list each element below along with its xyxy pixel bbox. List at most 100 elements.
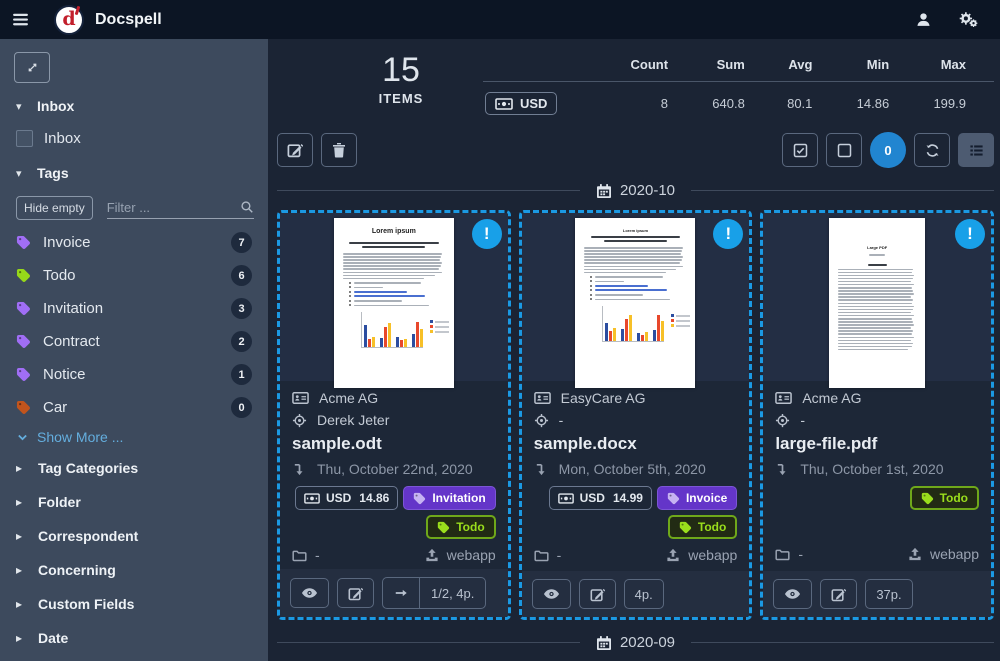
sidebar-section-concerning[interactable]: ▸ Concerning bbox=[0, 553, 268, 587]
tag-filter-input[interactable] bbox=[107, 200, 240, 215]
next-attachment-button[interactable] bbox=[383, 578, 419, 608]
concerning-name: - bbox=[800, 412, 805, 428]
tag-icon bbox=[16, 400, 31, 415]
sidebar-section-date[interactable]: ▸ Date bbox=[0, 621, 268, 655]
item-thumbnail-zone[interactable]: ! Lorem ipsum bbox=[280, 213, 508, 381]
sidebar-section-due-date[interactable]: ▸ Due Date bbox=[0, 655, 268, 661]
money-bill-icon bbox=[495, 98, 513, 110]
tag-badge[interactable]: Todo bbox=[910, 486, 979, 510]
page-count-label: 4p. bbox=[624, 579, 664, 609]
item-meta: Acme AG - large-file.pdf Thu, October 1s… bbox=[763, 381, 991, 571]
item-card[interactable]: ! Lorem ipsum Acme AG Derek Jeter sample… bbox=[277, 210, 511, 620]
tag-count-badge: 7 bbox=[231, 232, 252, 253]
item-date-icon bbox=[292, 462, 307, 477]
correspondent-icon bbox=[775, 391, 792, 405]
tag-icon bbox=[921, 492, 934, 505]
date-group-label: 2020-09 bbox=[620, 634, 675, 651]
item-thumbnail-zone[interactable]: ! Large PDF bbox=[763, 213, 991, 381]
item-date: Mon, October 5th, 2020 bbox=[559, 461, 706, 477]
list-view-toggle-button[interactable] bbox=[958, 133, 994, 167]
preview-button[interactable] bbox=[290, 578, 329, 608]
sidebar-section-folder[interactable]: ▸ Folder bbox=[0, 485, 268, 519]
item-folder: - bbox=[557, 547, 562, 563]
tag-name: Car bbox=[43, 399, 67, 416]
item-card-footer: 37p. bbox=[763, 571, 991, 617]
sidebar-tag-item[interactable]: Todo 6 bbox=[0, 259, 268, 292]
page-count-label: 37p. bbox=[865, 579, 912, 609]
item-source: webapp bbox=[447, 547, 496, 563]
edit-item-button[interactable] bbox=[337, 578, 374, 608]
sidebar-section-custom-fields[interactable]: ▸ Custom Fields bbox=[0, 587, 268, 621]
sidebar-section-tag-categories[interactable]: ▸ Tag Categories bbox=[0, 451, 268, 485]
stats-header: 15 ITEMS CountSumAvgMinMax USD 8640.880.… bbox=[277, 51, 994, 119]
sidebar-tag-item[interactable]: Car 0 bbox=[0, 391, 268, 424]
account-icon[interactable] bbox=[915, 11, 932, 29]
edit-item-button[interactable] bbox=[579, 579, 616, 609]
tag-count-badge: 1 bbox=[231, 364, 252, 385]
new-item-alert-icon: ! bbox=[955, 219, 985, 249]
selected-count-badge[interactable]: 0 bbox=[870, 132, 906, 168]
tag-badge[interactable]: Invoice bbox=[657, 486, 737, 510]
sidebar-section-inbox[interactable]: ▾ Inbox bbox=[0, 87, 268, 123]
item-badges: Todo bbox=[775, 486, 979, 538]
delete-selection-button[interactable] bbox=[321, 133, 357, 167]
filter-sidebar: ▾ Inbox Inbox ▾ Tags Hide empty Invoice … bbox=[0, 39, 268, 661]
actions-toolbar: 0 bbox=[277, 132, 994, 168]
tag-name: Invoice bbox=[43, 234, 91, 251]
item-card[interactable]: ! Lorem ipsum EasyCare AG - sample.docx … bbox=[519, 210, 753, 620]
item-thumbnail-zone[interactable]: ! Lorem ipsum bbox=[522, 213, 750, 381]
inbox-filter-row[interactable]: Inbox bbox=[0, 123, 268, 154]
document-preview: Lorem ipsum bbox=[334, 218, 454, 388]
app-title: Docspell bbox=[95, 11, 162, 29]
item-meta: Acme AG Derek Jeter sample.odt Thu, Octo… bbox=[280, 381, 508, 569]
item-date: Thu, October 1st, 2020 bbox=[800, 461, 943, 477]
reload-button[interactable] bbox=[914, 133, 950, 167]
inbox-checkbox[interactable] bbox=[16, 130, 33, 147]
item-badges: USD14.99InvoiceTodo bbox=[534, 486, 738, 539]
settings-gears-icon[interactable] bbox=[958, 11, 978, 29]
preview-button[interactable] bbox=[773, 579, 812, 609]
document-preview: Large PDF bbox=[829, 218, 925, 388]
sidebar-tag-item[interactable]: Invitation 3 bbox=[0, 292, 268, 325]
concerning-icon bbox=[534, 413, 549, 428]
caret-down-icon: ▾ bbox=[16, 100, 26, 113]
item-name: sample.docx bbox=[534, 434, 738, 454]
correspondent-name: Acme AG bbox=[319, 390, 378, 406]
item-source: webapp bbox=[688, 547, 737, 563]
folder-icon bbox=[775, 548, 790, 561]
deselect-all-button[interactable] bbox=[826, 133, 862, 167]
tag-badge[interactable]: Invitation bbox=[403, 486, 495, 510]
item-count-label: ITEMS bbox=[337, 91, 465, 106]
hide-empty-button[interactable]: Hide empty bbox=[16, 196, 93, 220]
show-more-tags[interactable]: Show More ... bbox=[0, 424, 268, 451]
item-card[interactable]: ! Large PDF Acme AG - large-file.pdf Thu… bbox=[760, 210, 994, 620]
sidebar-tag-item[interactable]: Invoice 7 bbox=[0, 226, 268, 259]
sidebar-section-tags[interactable]: ▾ Tags bbox=[0, 154, 268, 190]
caret-right-icon: ▸ bbox=[16, 631, 26, 645]
item-date-icon bbox=[534, 462, 549, 477]
section-label: Concerning bbox=[38, 562, 116, 578]
caret-right-icon: ▸ bbox=[16, 563, 26, 577]
expand-sidebar-button[interactable] bbox=[14, 52, 50, 83]
item-name: sample.odt bbox=[292, 434, 496, 454]
stats-value: 80.1 bbox=[773, 82, 841, 120]
item-list-area: 15 ITEMS CountSumAvgMinMax USD 8640.880.… bbox=[268, 39, 1000, 661]
sidebar-section-correspondent[interactable]: ▸ Correspondent bbox=[0, 519, 268, 553]
item-date-icon bbox=[775, 462, 790, 477]
caret-down-icon: ▾ bbox=[16, 167, 26, 180]
sidebar-tag-item[interactable]: Contract 2 bbox=[0, 325, 268, 358]
item-folder: - bbox=[798, 546, 803, 562]
currency-stats-table: CountSumAvgMinMax USD 8640.880.114.86199… bbox=[483, 53, 994, 119]
preview-button[interactable] bbox=[532, 579, 571, 609]
tag-badge[interactable]: Todo bbox=[426, 515, 495, 539]
arrow-right-icon bbox=[394, 586, 408, 600]
tag-icon bbox=[16, 301, 31, 316]
edit-item-button[interactable] bbox=[820, 579, 857, 609]
tag-badge[interactable]: Todo bbox=[668, 515, 737, 539]
edit-selection-button[interactable] bbox=[277, 133, 313, 167]
select-all-button[interactable] bbox=[782, 133, 818, 167]
menu-icon[interactable] bbox=[0, 0, 40, 39]
tag-count-badge: 0 bbox=[231, 397, 252, 418]
sidebar-tag-item[interactable]: Notice 1 bbox=[0, 358, 268, 391]
calendar-icon bbox=[596, 183, 612, 199]
